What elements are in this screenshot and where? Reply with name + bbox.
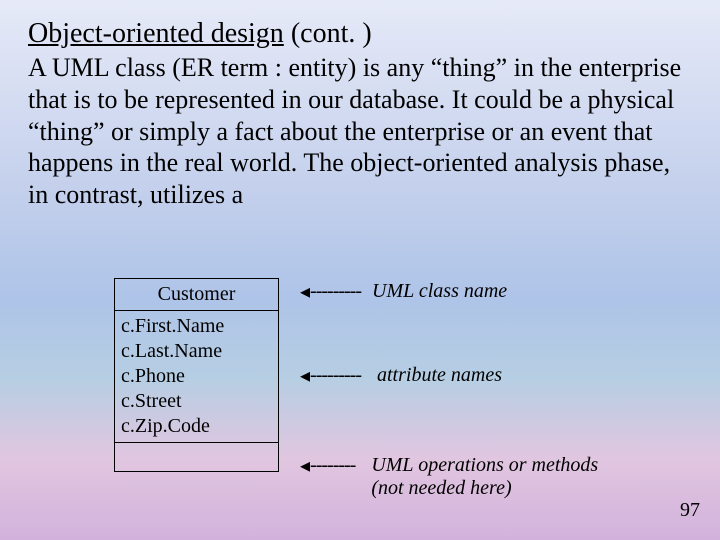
title-rest: (cont. ): [284, 18, 372, 49]
annotation-attributes: ◂--------- attribute names: [300, 362, 502, 387]
dash-arrow-icon: --------: [310, 454, 355, 477]
annotation-text: UML class name: [372, 280, 507, 302]
uml-operations-empty: [115, 443, 278, 471]
annotation-operations: ◂-------- UML operations or methods ◂---…: [300, 454, 598, 500]
uml-attribute: c.Last.Name: [121, 339, 272, 364]
uml-attribute: c.Zip.Code: [121, 414, 272, 439]
arrowhead-icon: ◂: [300, 363, 310, 388]
annotation-text: UML operations or methods: [371, 454, 598, 476]
slide-title: Object-oriented design (cont. ): [28, 18, 692, 50]
annotation-classname: ◂--------- UML class name: [300, 278, 507, 303]
uml-attributes: c.First.Name c.Last.Name c.Phone c.Stree…: [115, 311, 278, 443]
uml-class-name: Customer: [115, 279, 278, 311]
arrowhead-icon: ◂: [300, 279, 310, 304]
page-number: 97: [680, 499, 700, 522]
slide: Object-oriented design (cont. ) A UML cl…: [0, 0, 720, 540]
body-paragraph: A UML class (ER term : entity) is any “t…: [28, 52, 692, 211]
dash-arrow-icon: ---------: [310, 280, 361, 303]
arrowhead-icon: ◂: [300, 455, 310, 478]
annotation-text: attribute names: [377, 364, 502, 386]
uml-class-box: Customer c.First.Name c.Last.Name c.Phon…: [114, 278, 279, 472]
title-underlined: Object-oriented design: [28, 18, 284, 49]
uml-attribute: c.Phone: [121, 364, 272, 389]
uml-attribute: c.Street: [121, 389, 272, 414]
dash-arrow-icon: ---------: [310, 364, 361, 387]
uml-attribute: c.First.Name: [121, 314, 272, 339]
annotation-text: (not needed here): [371, 477, 511, 499]
